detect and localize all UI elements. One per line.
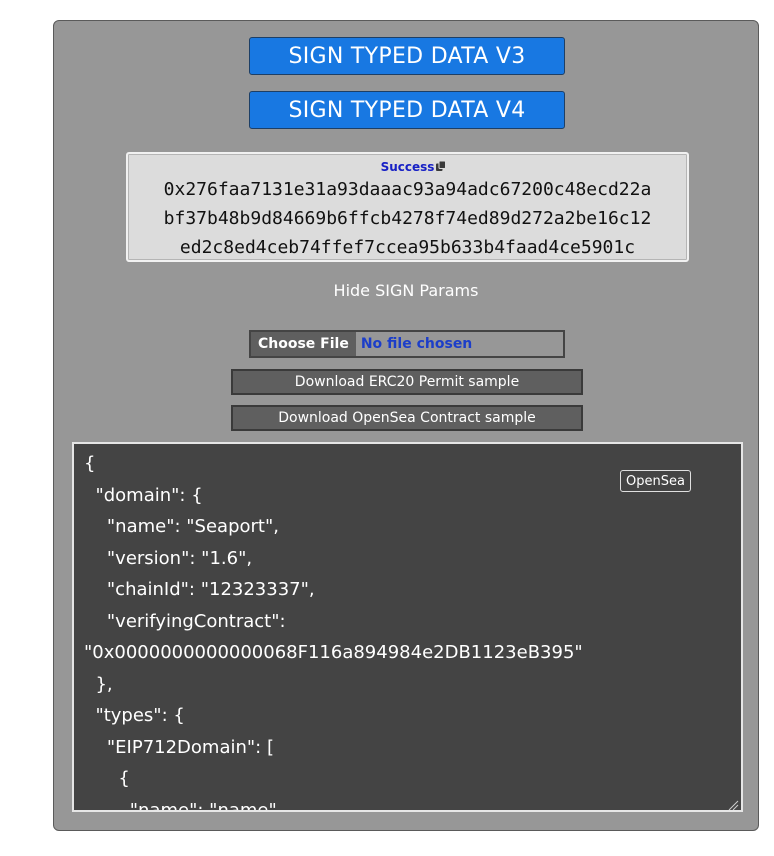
typed-data-editor[interactable]: { "domain": { "name": "Seaport", "versio…: [72, 442, 743, 812]
success-label: Success: [380, 160, 435, 174]
hide-sign-params-link[interactable]: Hide SIGN Params: [54, 280, 758, 302]
signature-value: 0x276faa7131e31a93daaac93a94adc67200c48e…: [128, 175, 687, 262]
sign-panel: SIGN TYPED DATA V3 SIGN TYPED DATA V4 Su…: [53, 20, 759, 831]
resize-handle-icon[interactable]: [727, 796, 739, 810]
signature-line: ed2c8ed4ceb74ffef7ccea95b633b4faad4ce590…: [179, 237, 636, 258]
download-erc20-sample-button[interactable]: Download ERC20 Permit sample: [231, 369, 583, 395]
file-status: No file chosen: [360, 336, 473, 352]
sign-typed-data-v4-button[interactable]: SIGN TYPED DATA V4: [249, 91, 565, 129]
signature-line: 0x276faa7131e31a93daaac93a94adc67200c48e…: [163, 179, 652, 200]
choose-file-button[interactable]: Choose File: [251, 332, 356, 356]
file-input[interactable]: Choose File No file chosen: [249, 330, 565, 358]
result-header: Success: [128, 156, 687, 174]
sign-typed-data-v3-button[interactable]: SIGN TYPED DATA V3: [249, 37, 565, 75]
signature-result-box: Success 0x276faa7131e31a93daaac93a94adc6…: [126, 152, 689, 262]
download-opensea-sample-button[interactable]: Download OpenSea Contract sample: [231, 405, 583, 431]
signature-line: bf37b48b9d84669b6ffcb4278f74ed89d272a2be…: [163, 208, 652, 229]
typed-data-json[interactable]: { "domain": { "name": "Seaport", "versio…: [74, 444, 741, 810]
opensea-badge[interactable]: OpenSea: [620, 470, 691, 492]
copy-icon[interactable]: [435, 157, 447, 171]
